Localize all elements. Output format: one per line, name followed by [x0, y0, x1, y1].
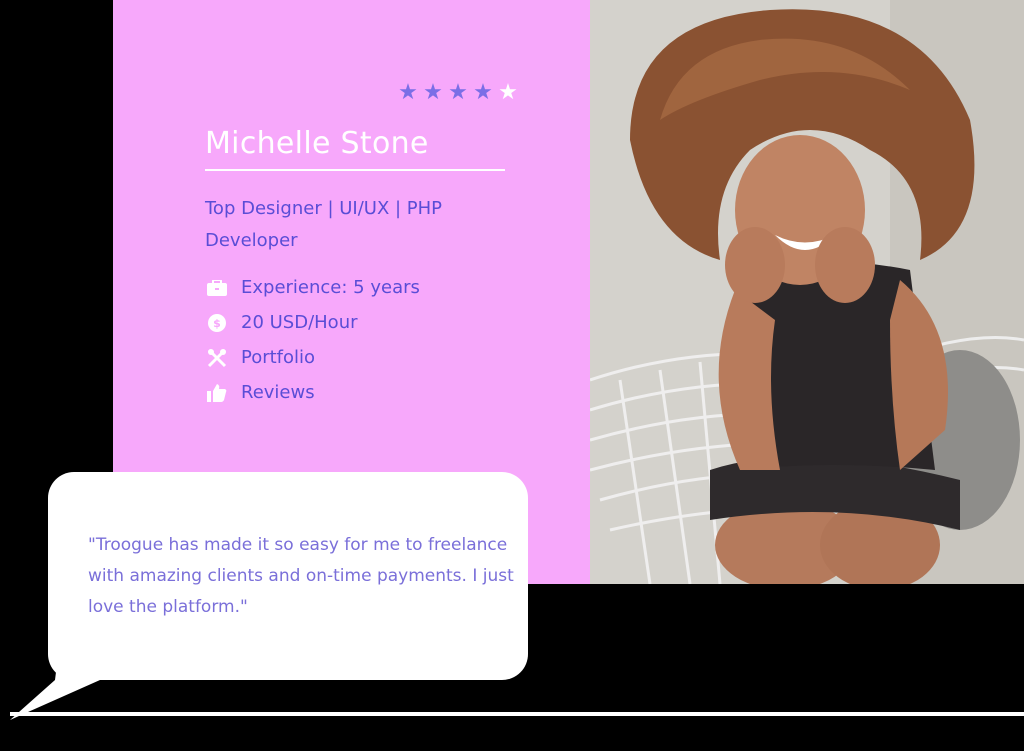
- name-underline-divider: [205, 169, 505, 171]
- detail-portfolio[interactable]: Portfolio: [205, 340, 420, 375]
- star-icon: ★: [423, 80, 443, 105]
- rating-stars: ★ ★ ★ ★ ★: [397, 80, 519, 106]
- detail-experience: Experience: 5 years: [205, 270, 420, 305]
- detail-rate: $ 20 USD/Hour: [205, 305, 420, 340]
- detail-reviews[interactable]: Reviews: [205, 375, 420, 410]
- briefcase-icon: [205, 278, 229, 298]
- woman-portrait-image: [590, 0, 1024, 584]
- speech-bubble-tail: [10, 640, 100, 720]
- profile-title: Top Designer | UI/UX | PHP Developer: [205, 198, 443, 251]
- reviews-link[interactable]: Reviews: [241, 382, 315, 403]
- star-icon: ★: [398, 80, 418, 105]
- profile-photo: [590, 0, 1024, 584]
- svg-text:$: $: [213, 317, 221, 330]
- detail-rate-label: 20 USD/Hour: [241, 312, 358, 333]
- portfolio-link[interactable]: Portfolio: [241, 347, 315, 368]
- bottom-divider: [10, 712, 1024, 716]
- profile-name: Michelle Stone: [205, 126, 429, 161]
- thumbs-up-icon: [205, 383, 229, 403]
- profile-details-list: Experience: 5 years $ 20 USD/Hour Portfo…: [205, 270, 420, 410]
- star-icon: ★: [448, 80, 468, 105]
- detail-experience-label: Experience: 5 years: [241, 277, 420, 298]
- tools-icon: [205, 348, 229, 368]
- dollar-coin-icon: $: [205, 313, 229, 333]
- star-empty-icon: ★: [498, 80, 518, 105]
- star-icon: ★: [473, 80, 493, 105]
- testimonial-quote: "Troogue has made it so easy for me to f…: [88, 535, 514, 617]
